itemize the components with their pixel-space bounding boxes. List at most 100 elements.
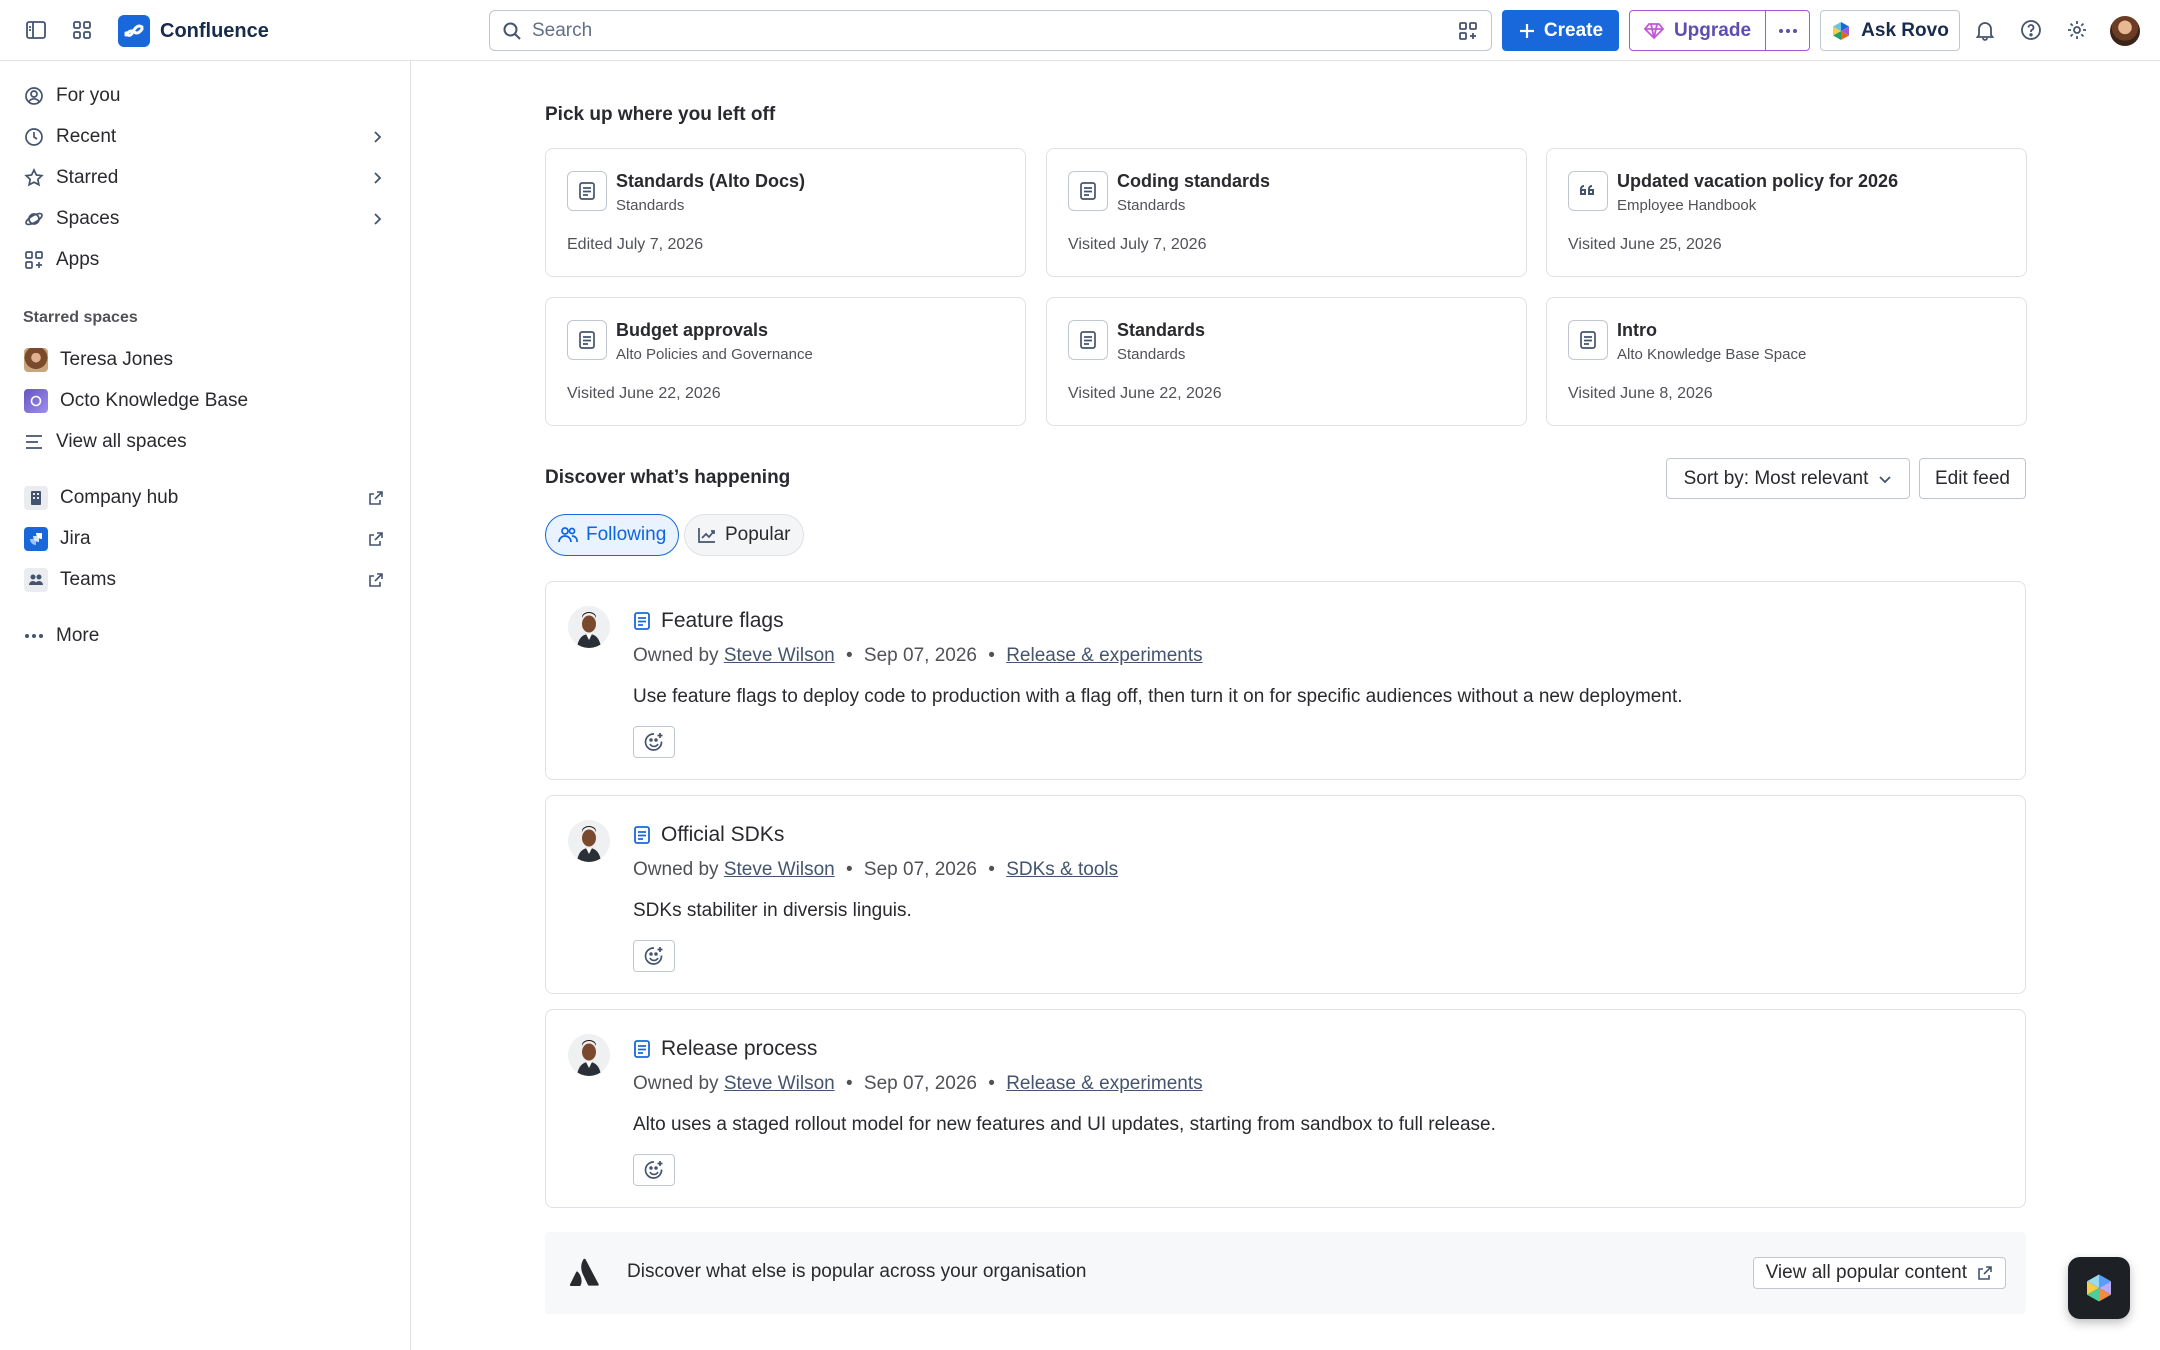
sidebar-item-spaces[interactable]: Spaces <box>22 200 388 238</box>
sort-label: Sort by: Most relevant <box>1683 467 1869 489</box>
sidebar-toggle-icon[interactable] <box>20 14 52 46</box>
chevron-right-icon[interactable] <box>370 212 384 226</box>
feed-card-title[interactable]: Official SDKs <box>661 823 784 847</box>
owner-link[interactable]: Steve Wilson <box>724 645 835 666</box>
add-reaction-button[interactable] <box>633 726 675 758</box>
user-avatar[interactable] <box>2110 16 2140 46</box>
banner-button-label: View all popular content <box>1765 1262 1967 1283</box>
help-icon[interactable] <box>2015 14 2047 46</box>
sidebar-item-for-you[interactable]: For you <box>22 77 388 115</box>
owner-link[interactable]: Steve Wilson <box>724 1073 835 1094</box>
atlassian-logo-icon <box>569 1256 601 1288</box>
separator-dot: • <box>845 645 853 666</box>
more-icon[interactable] <box>1766 11 1809 50</box>
teams-icon <box>24 568 48 592</box>
starred-spaces-heading: Starred spaces <box>23 309 138 326</box>
separator-dot: • <box>845 859 853 880</box>
edit-feed-button[interactable]: Edit feed <box>1919 458 2026 499</box>
jira-icon <box>24 527 48 551</box>
space-link[interactable]: SDKs & tools <box>1006 859 1118 880</box>
add-reaction-button[interactable] <box>633 940 675 972</box>
feed-card-date: Sep 07, 2026 <box>863 859 977 880</box>
gear-icon[interactable] <box>2061 14 2093 46</box>
app-name: Confluence <box>160 19 269 42</box>
create-button[interactable]: Create <box>1502 10 1619 51</box>
recent-card-meta: Visited June 22, 2026 <box>1068 385 1222 402</box>
sidebar-item-more[interactable]: More <box>22 617 388 655</box>
recent-card[interactable]: Intro Alto Knowledge Base Space Visited … <box>1546 297 2027 426</box>
app-switcher-icon[interactable] <box>66 14 98 46</box>
discover-heading: Discover what’s happening <box>545 467 791 488</box>
search-input[interactable]: Search <box>489 10 1492 51</box>
feed-card[interactable]: Official SDKs Owned by Steve Wilson • Se… <box>545 795 2026 994</box>
bell-icon[interactable] <box>1969 14 2001 46</box>
sidebar-item-recent[interactable]: Recent <box>22 118 388 156</box>
avatar[interactable] <box>568 1034 610 1076</box>
sidebar-view-all-spaces[interactable]: View all spaces <box>22 423 388 461</box>
rovo-icon <box>2084 1273 2114 1303</box>
chevron-down-icon <box>1878 472 1892 486</box>
chevron-right-icon[interactable] <box>370 171 384 185</box>
external-link-icon[interactable] <box>368 572 384 588</box>
add-reaction-button[interactable] <box>633 1154 675 1186</box>
sidebar-item-starred[interactable]: Starred <box>22 159 388 197</box>
diamond-icon <box>1643 22 1664 40</box>
page-icon <box>633 825 651 845</box>
separator-dot: • <box>845 1073 853 1094</box>
owner-link[interactable]: Steve Wilson <box>724 859 835 880</box>
recent-card[interactable]: Budget approvals Alto Policies and Gover… <box>545 297 1026 426</box>
ask-rovo-label: Ask Rovo <box>1861 19 1949 41</box>
page-icon <box>567 171 607 211</box>
recent-card[interactable]: Standards (Alto Docs) Standards Edited J… <box>545 148 1026 277</box>
people-icon <box>558 526 578 544</box>
ask-rovo-button[interactable]: Ask Rovo <box>1820 10 1960 51</box>
rovo-chat-button[interactable] <box>2068 1257 2130 1319</box>
recent-card-space: Standards <box>1117 346 1186 363</box>
confluence-logo[interactable]: Confluence <box>118 15 269 47</box>
space-link[interactable]: Release & experiments <box>1006 1073 1202 1094</box>
more-icon <box>24 633 44 639</box>
sidebar-app-jira[interactable]: Jira <box>22 520 388 558</box>
chevron-right-icon[interactable] <box>370 130 384 144</box>
sidebar-item-apps[interactable]: Apps <box>22 241 388 279</box>
view-all-popular-button[interactable]: View all popular content <box>1752 1257 2006 1289</box>
separator-dot: • <box>988 1073 995 1094</box>
search-placeholder: Search <box>532 19 593 41</box>
sidebar-item-label: For you <box>56 85 121 106</box>
emoji-add-icon <box>643 945 665 967</box>
sidebar-app-company-hub[interactable]: Company hub <box>22 479 388 517</box>
avatar[interactable] <box>568 606 610 648</box>
sidebar-space-teresa-jones[interactable]: Teresa Jones <box>22 341 388 379</box>
sidebar-item-label: Apps <box>56 249 100 270</box>
separator-dot: • <box>988 645 995 666</box>
recent-card[interactable]: Updated vacation policy for 2026 Employe… <box>1546 148 2027 277</box>
sidebar-item-label: View all spaces <box>56 431 187 452</box>
feed-card-title[interactable]: Release process <box>661 1037 817 1061</box>
recent-card-title: Updated vacation policy for 2026 <box>1617 171 1899 191</box>
sort-dropdown[interactable]: Sort by: Most relevant <box>1666 458 1910 499</box>
feed-card[interactable]: Feature flags Owned by Steve Wilson • Se… <box>545 581 2026 780</box>
tab-following[interactable]: Following <box>545 514 680 556</box>
recent-card[interactable]: Coding standards Standards Visited July … <box>1046 148 1527 277</box>
external-link-icon[interactable] <box>368 490 384 506</box>
recent-card-title: Intro <box>1617 320 1657 340</box>
feed-card-meta: Owned by Steve Wilson • Sep 07, 2026 • R… <box>633 645 1203 667</box>
page-icon <box>1568 320 1608 360</box>
feed-card-excerpt: Alto uses a staged rollout model for new… <box>633 1114 1496 1135</box>
feed-card[interactable]: Release process Owned by Steve Wilson • … <box>545 1009 2026 1208</box>
feed-card-title-row: Release process <box>633 1037 817 1061</box>
emoji-add-icon <box>643 1159 665 1181</box>
avatar[interactable] <box>568 820 610 862</box>
banner-text: Discover what else is popular across you… <box>627 1261 1087 1282</box>
upgrade-button[interactable]: Upgrade <box>1630 11 1766 50</box>
feed-card-title[interactable]: Feature flags <box>661 609 784 633</box>
tab-popular[interactable]: Popular <box>684 514 804 556</box>
list-icon <box>24 432 44 452</box>
sidebar-app-teams[interactable]: Teams <box>22 561 388 599</box>
space-link[interactable]: Release & experiments <box>1006 645 1202 666</box>
external-link-icon[interactable] <box>368 531 384 547</box>
filter-icon[interactable] <box>1457 20 1479 42</box>
spaces-icon <box>24 209 44 229</box>
recent-card[interactable]: Standards Standards Visited June 22, 202… <box>1046 297 1527 426</box>
sidebar-space-octo-knowledge-base[interactable]: Octo Knowledge Base <box>22 382 388 420</box>
